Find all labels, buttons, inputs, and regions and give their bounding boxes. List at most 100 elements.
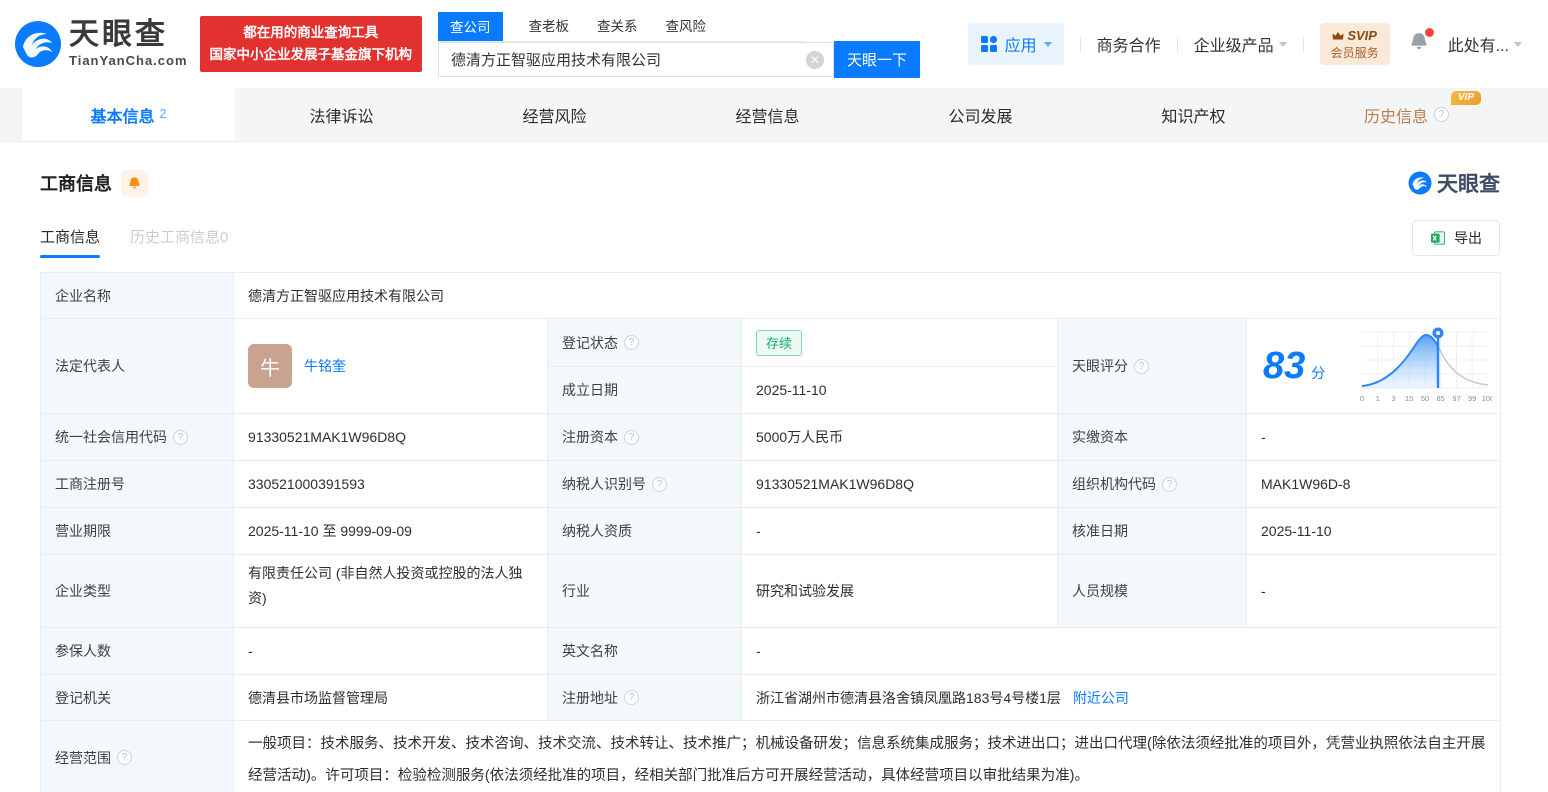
reg-authority-value: 德清县市场监督管理局 <box>234 675 548 721</box>
tab-operating-info[interactable]: 经营信息 <box>661 88 874 141</box>
search-input[interactable] <box>438 41 835 77</box>
nav-enterprise-label: 企业级产品 <box>1193 38 1274 55</box>
chevron-down-icon <box>1514 41 1522 47</box>
svg-text:100: 100 <box>1482 394 1492 403</box>
tianyancha-watermark: 天眼查 <box>1408 168 1500 198</box>
help-icon[interactable]: ? <box>624 335 639 350</box>
search-tab-boss[interactable]: 查老板 <box>527 11 572 41</box>
watermark-text: 天眼查 <box>1437 173 1500 196</box>
svg-text:3: 3 <box>1391 394 1395 403</box>
field-label: 天眼评分 ? <box>1058 319 1247 414</box>
help-icon[interactable]: ? <box>624 429 639 445</box>
svg-text:85: 85 <box>1437 394 1445 403</box>
notification-dot <box>1424 27 1434 37</box>
apps-label: 应用 <box>1004 38 1037 55</box>
field-label: 登记状态 ? <box>548 319 742 367</box>
search-tab-risk[interactable]: 查风险 <box>664 11 709 41</box>
field-label: 人员规模 <box>1058 555 1247 628</box>
legal-rep-cell: 牛 牛铭奎 <box>234 319 548 414</box>
field-label: 纳税人资质 <box>548 508 742 555</box>
subtab-business-info[interactable]: 工商信息 <box>40 226 101 258</box>
staff-size-value: - <box>1247 555 1501 628</box>
tianyancha-swirl-icon <box>1408 171 1432 195</box>
field-label: 纳税人识别号? <box>548 461 742 508</box>
field-label: 登记机关 <box>41 675 234 721</box>
search-button[interactable]: 天眼一下 <box>834 40 921 78</box>
tab-history-info[interactable]: VIP 历史信息 ? <box>1300 88 1513 141</box>
slogan-badge: 都在用的商业查询工具 国家中小企业发展子基金旗下机构 <box>199 16 423 72</box>
legal-rep-link[interactable]: 牛铭奎 <box>304 356 346 376</box>
nav-cooperation[interactable]: 商务合作 <box>1097 32 1161 56</box>
tab-basic-info[interactable]: 基本信息 2 <box>22 88 235 141</box>
subscribe-bell-button[interactable] <box>121 169 148 197</box>
industry-value: 研究和试验发展 <box>742 555 1058 628</box>
taxpayer-id-value: 91330521MAK1W96D8Q <box>742 461 1058 508</box>
subtab-history-business-info[interactable]: 历史工商信息0 <box>130 226 228 258</box>
field-label: 营业期限 <box>41 508 234 555</box>
company-tab-bar: 基本信息 2 法律诉讼 经营风险 经营信息 公司发展 知识产权 VIP 历史信息… <box>0 88 1548 142</box>
slogan-line1: 都在用的商业查询工具 <box>243 25 379 41</box>
reg-capital-value: 5000万人民币 <box>742 414 1058 461</box>
search-tab-company[interactable]: 查公司 <box>438 11 503 41</box>
apps-menu[interactable]: 应用 <box>967 23 1064 65</box>
field-label: 核准日期 <box>1058 508 1247 555</box>
user-menu[interactable]: 此处有... <box>1448 32 1522 56</box>
business-term-value: 2025-11-10 至 9999-09-09 <box>234 508 548 555</box>
reg-address-cell: 浙江省湖州市德清县洛舍镇凤凰路183号4号楼1层 附近公司 <box>742 675 1501 721</box>
svip-label: SVIP <box>1347 28 1377 44</box>
help-icon[interactable]: ? <box>624 690 639 705</box>
svip-member-badge[interactable]: SVIP 会员服务 <box>1319 23 1390 65</box>
status-badge: 存续 <box>756 329 803 356</box>
export-button[interactable]: 导出 <box>1412 220 1500 256</box>
tab-label: 基本信息 <box>90 108 155 126</box>
nav-enterprise[interactable]: 企业级产品 <box>1194 32 1287 56</box>
english-name-value: - <box>742 628 1501 675</box>
site-header: 天眼查 TianYanCha.com 都在用的商业查询工具 国家中小企业发展子基… <box>0 0 1548 88</box>
avatar[interactable]: 牛 <box>248 344 292 388</box>
help-icon[interactable]: ? <box>117 750 132 765</box>
search-tab-relation[interactable]: 查关系 <box>595 11 640 41</box>
logo-text: 天眼查 TianYanCha.com <box>69 18 188 69</box>
tab-company-development[interactable]: 公司发展 <box>874 88 1087 141</box>
field-label: 实缴资本 <box>1058 414 1247 461</box>
score-unit: 分 <box>1311 365 1326 381</box>
tab-operating-risk[interactable]: 经营风险 <box>448 88 661 141</box>
help-icon[interactable]: ? <box>1434 107 1449 122</box>
org-code-value: MAK1W96D-8 <box>1247 461 1501 508</box>
field-label: 经营范围? <box>41 721 234 792</box>
reg-status-cell: 存续 <box>742 319 1058 367</box>
business-info-table: 企业名称 德清方正智驱应用技术有限公司 法定代表人 牛 牛铭奎 登记状态 ? 存… <box>40 272 1501 792</box>
tab-intellectual-property[interactable]: 知识产权 <box>1087 88 1300 141</box>
help-icon[interactable]: ? <box>1162 476 1177 492</box>
taxpayer-quality-value: - <box>742 508 1058 555</box>
notification-bell[interactable] <box>1408 27 1434 58</box>
nearby-companies-link[interactable]: 附近公司 <box>1073 688 1129 708</box>
main-content: 工商信息 天眼查 工商信息 历史工商信息0 导出 企业名称 德清方正智驱应用技术… <box>0 142 1548 792</box>
field-label: 注册地址? <box>548 675 742 721</box>
svg-text:50: 50 <box>1421 394 1429 403</box>
help-icon[interactable]: ? <box>173 429 188 445</box>
credit-code-value: 91330521MAK1W96D8Q <box>234 414 548 461</box>
insured-count-value: - <box>234 628 548 675</box>
clear-search-icon[interactable]: ✕ <box>806 50 825 69</box>
divider <box>1079 36 1081 52</box>
field-label: 参保人数 <box>41 628 234 675</box>
help-icon[interactable]: ? <box>1134 358 1149 374</box>
field-label: 企业类型 <box>41 555 234 628</box>
search-bar: ✕ 天眼一下 <box>438 40 921 78</box>
tianyancha-logo[interactable]: 天眼查 TianYanCha.com <box>14 20 188 68</box>
approval-date-value: 2025-11-10 <box>1247 508 1501 555</box>
chevron-down-icon <box>1278 41 1287 47</box>
company-name-value: 德清方正智驱应用技术有限公司 <box>234 273 1501 319</box>
brand-name: 天眼查 <box>69 18 168 51</box>
svg-text:0: 0 <box>1360 394 1364 403</box>
field-label: 统一社会信用代码? <box>41 414 234 461</box>
slogan-line2: 国家中小企业发展子基金旗下机构 <box>209 47 413 62</box>
tab-legal[interactable]: 法律诉讼 <box>235 88 448 141</box>
help-icon[interactable]: ? <box>652 476 667 492</box>
tyc-score-cell: 83 分 0 1 3 15 50 85 97 99 10 <box>1247 319 1501 414</box>
field-label: 法定代表人 <box>41 319 234 414</box>
tab-label: 历史信息 <box>1363 108 1428 126</box>
header-nav: 应用 商务合作 企业级产品 SVIP 会员服务 此处有... <box>967 23 1522 65</box>
chevron-down-icon <box>1043 41 1052 47</box>
